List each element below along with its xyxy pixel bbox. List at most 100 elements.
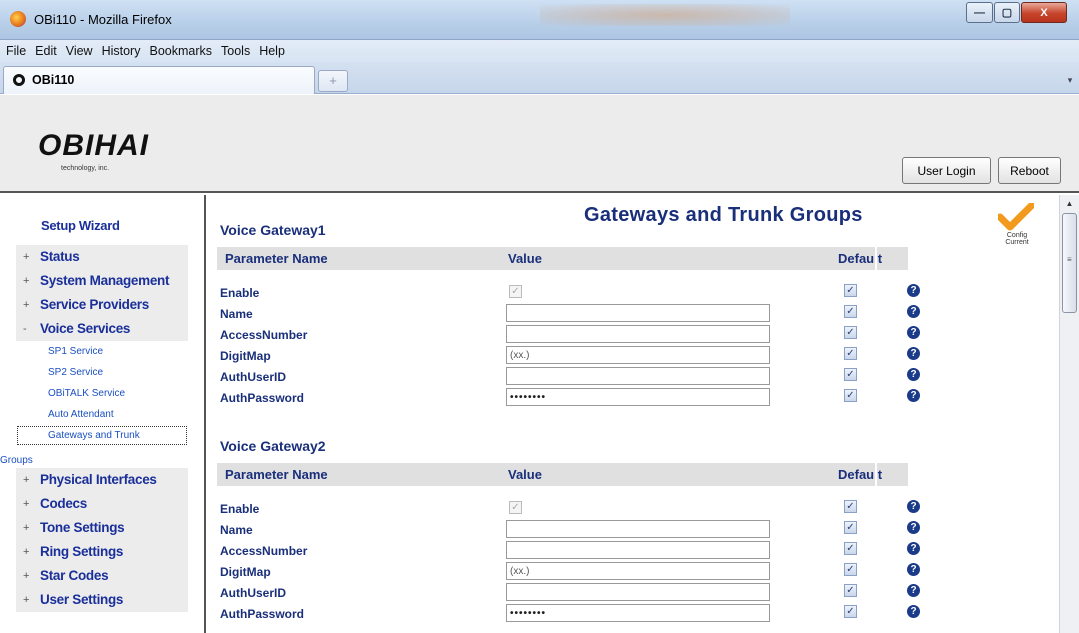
sidebar-item-label: Codecs [40, 496, 87, 511]
scrollbar-thumb[interactable]: ≡ [1062, 213, 1077, 313]
help-icon[interactable]: ? [907, 305, 920, 318]
default-checkbox[interactable]: ✓ [844, 284, 857, 297]
sidebar-item-ring-settings[interactable]: + Ring Settings [16, 540, 188, 564]
help-icon[interactable]: ? [907, 326, 920, 339]
scroll-up-icon[interactable]: ▲ [1060, 195, 1079, 212]
enable-checkbox: ✓ [509, 285, 522, 298]
sidebar-item-system-management[interactable]: + System Management [16, 269, 188, 293]
minimize-button[interactable]: — [966, 2, 993, 23]
menu-bookmarks[interactable]: Bookmarks [149, 44, 212, 58]
table-row: Name ✓? [217, 519, 937, 540]
authpassword-input[interactable] [506, 388, 770, 406]
reboot-button[interactable]: Reboot [998, 157, 1061, 184]
authpassword-input[interactable] [506, 604, 770, 622]
parameter-name: AuthPassword [220, 607, 305, 621]
table-row: AuthPassword ✓? [217, 387, 937, 408]
menu-help[interactable]: Help [259, 44, 285, 58]
help-icon[interactable]: ? [907, 521, 920, 534]
sidebar-item-status[interactable]: + Status [16, 245, 188, 269]
window-title: OBi110 - Mozilla Firefox [34, 12, 172, 27]
default-checkbox[interactable]: ✓ [844, 326, 857, 339]
user-login-button[interactable]: User Login [902, 157, 991, 184]
default-checkbox[interactable]: ✓ [844, 368, 857, 381]
sidebar-subitem-auto-attendant[interactable]: Auto Attendant [16, 404, 188, 425]
sidebar-subitem-gateways-and-trunk-groups[interactable]: Gateways and Trunk [16, 425, 188, 446]
sidebar-item-label: Voice Services [40, 321, 131, 336]
default-checkbox[interactable]: ✓ [844, 500, 857, 513]
column-header-value: Value [508, 251, 542, 266]
default-checkbox[interactable]: ✓ [844, 347, 857, 360]
digitmap-input[interactable] [506, 562, 770, 580]
help-icon[interactable]: ? [907, 500, 920, 513]
expand-icon: + [23, 299, 30, 311]
help-icon[interactable]: ? [907, 542, 920, 555]
help-icon[interactable]: ? [907, 563, 920, 576]
sidebar-item-physical-interfaces[interactable]: + Physical Interfaces [16, 468, 188, 492]
digitmap-input[interactable] [506, 346, 770, 364]
sidebar-item-codecs[interactable]: + Codecs [16, 492, 188, 516]
sidebar-item-label: Service Providers [40, 297, 149, 312]
accessnumber-input[interactable] [506, 325, 770, 343]
menu-file[interactable]: File [6, 44, 26, 58]
maximize-icon: ▢ [1001, 7, 1013, 19]
help-icon[interactable]: ? [907, 368, 920, 381]
name-input[interactable] [506, 520, 770, 538]
sidebar-subitem-groups-wrap[interactable]: Groups [0, 455, 33, 466]
expand-icon: + [23, 275, 30, 287]
help-icon[interactable]: ? [907, 389, 920, 402]
help-icon[interactable]: ? [907, 584, 920, 597]
main-content: Gateways and Trunk Groups Config Current… [208, 195, 1059, 633]
expand-icon: + [23, 498, 30, 510]
page-title: Gateways and Trunk Groups [584, 204, 863, 226]
expand-icon: + [23, 474, 30, 486]
table-row: Name ✓? [217, 303, 937, 324]
column-header-parameter: Parameter Name [225, 251, 328, 266]
expand-icon: + [23, 594, 30, 606]
parameter-name: AccessNumber [220, 328, 308, 342]
setup-wizard-link[interactable]: Setup Wizard [41, 218, 120, 233]
sidebar-item-star-codes[interactable]: + Star Codes [16, 564, 188, 588]
authuserid-input[interactable] [506, 583, 770, 601]
accessnumber-input[interactable] [506, 541, 770, 559]
menu-view[interactable]: View [66, 44, 93, 58]
default-checkbox[interactable]: ✓ [844, 389, 857, 402]
firefox-icon [10, 11, 26, 27]
help-icon[interactable]: ? [907, 347, 920, 360]
close-button[interactable]: X [1021, 2, 1067, 23]
name-input[interactable] [506, 304, 770, 322]
nav-group-top: + Status + System Management + Service Prov… [16, 245, 188, 446]
tab-obi110[interactable]: OBi110 [3, 66, 315, 94]
list-all-tabs-button[interactable]: ▾ [1063, 70, 1077, 90]
sidebar-subitem-sp1-service[interactable]: SP1 Service [16, 341, 188, 362]
sidebar-item-voice-services[interactable]: - Voice Services [16, 317, 188, 341]
sidebar-item-tone-settings[interactable]: + Tone Settings [16, 516, 188, 540]
parameter-name: Enable [220, 502, 260, 516]
menu-tools[interactable]: Tools [221, 44, 250, 58]
sidebar-item-label: User Settings [40, 592, 124, 607]
default-checkbox[interactable]: ✓ [844, 563, 857, 576]
default-checkbox[interactable]: ✓ [844, 605, 857, 618]
maximize-button[interactable]: ▢ [994, 2, 1020, 23]
parameter-name: AuthUserID [220, 370, 287, 384]
menu-edit[interactable]: Edit [35, 44, 57, 58]
logo-subtitle: technology, inc. [61, 165, 110, 172]
sidebar-subitem-obitalk-service[interactable]: OBiTALK Service [16, 383, 188, 404]
vertical-scrollbar[interactable]: ▲ ≡ [1059, 195, 1079, 633]
default-checkbox[interactable]: ✓ [844, 521, 857, 534]
default-checkbox[interactable]: ✓ [844, 542, 857, 555]
new-tab-button[interactable]: + [318, 70, 348, 92]
sidebar-item-service-providers[interactable]: + Service Providers [16, 293, 188, 317]
expand-icon: + [23, 546, 30, 558]
help-icon[interactable]: ? [907, 605, 920, 618]
default-checkbox[interactable]: ✓ [844, 305, 857, 318]
default-checkbox[interactable]: ✓ [844, 584, 857, 597]
table-row: DigitMap ✓? [217, 345, 937, 366]
parameter-name: Enable [220, 286, 260, 300]
authuserid-input[interactable] [506, 367, 770, 385]
parameter-name: Name [220, 307, 253, 321]
sidebar-subitem-sp2-service[interactable]: SP2 Service [16, 362, 188, 383]
help-icon[interactable]: ? [907, 284, 920, 297]
sidebar-item-label: Ring Settings [40, 544, 124, 559]
sidebar-item-user-settings[interactable]: + User Settings [16, 588, 188, 612]
menu-history[interactable]: History [102, 44, 141, 58]
